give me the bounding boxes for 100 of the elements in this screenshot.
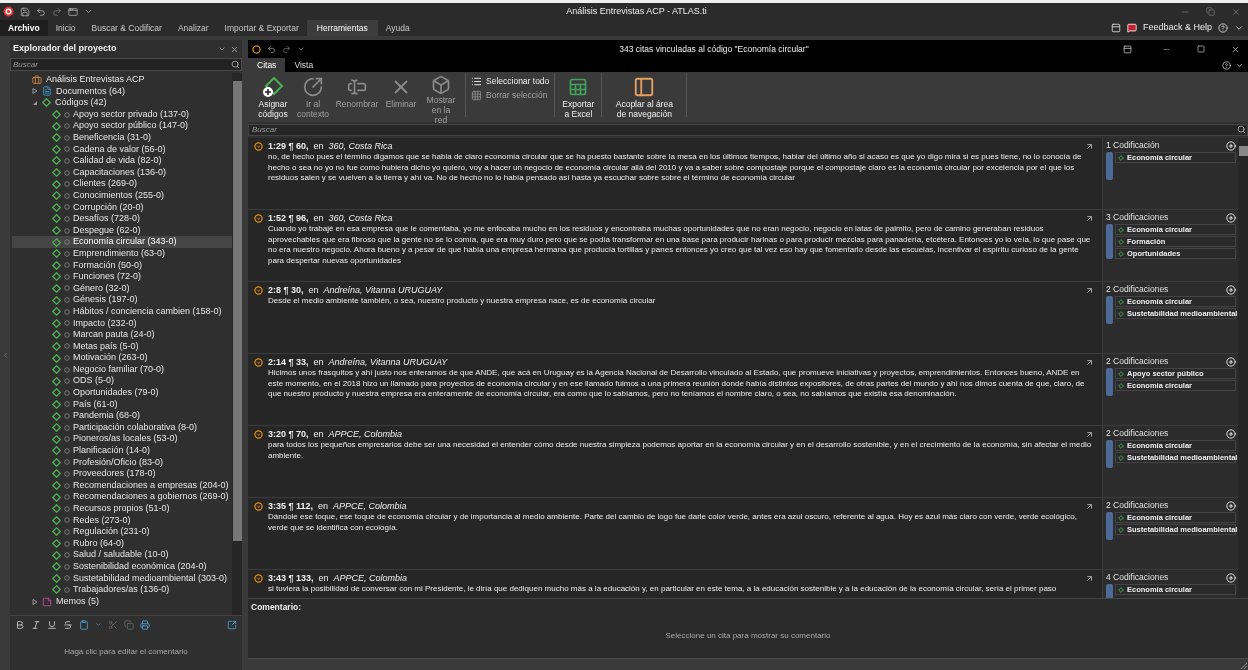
code-item[interactable]: Regulación (231-0) [12, 526, 232, 538]
quote-source-label: en [308, 283, 319, 297]
code-item[interactable]: Apoyo sector privado (137-0) [12, 108, 232, 121]
code-item[interactable]: Conocimientos (255-0) [12, 189, 232, 202]
quote-source-label: en [313, 139, 324, 153]
ribbon-button[interactable]: Seleccionar todo [471, 75, 550, 88]
search-field[interactable]: Buscar [10, 58, 242, 71]
code-item[interactable]: Negocio familiar (70-0) [12, 363, 232, 376]
code-item[interactable]: Redes (273-0) [12, 514, 232, 527]
code-item[interactable]: Clientes (269-0) [12, 178, 232, 190]
document-name: APPCE, Colombia [333, 499, 407, 513]
codings-count: 2 Codificaciones [1106, 355, 1169, 368]
menu-tab[interactable]: Archivo [0, 20, 48, 36]
document-name: 360, Costa Rica [328, 139, 393, 153]
code-item[interactable]: Oportunidades (79-0) [12, 387, 232, 399]
code-item[interactable]: Salud / saludable (10-0) [12, 549, 232, 561]
quote-text: Desde el medio ambiente también, o sea, nuestro producto y nuestra empresa nace, es de economía circular [267, 296, 657, 307]
code-item[interactable]: Pandemia (68-0) [12, 410, 232, 422]
code-item[interactable]: Profesión/Oficio (83-0) [12, 456, 232, 469]
code-item[interactable]: Marcan pauta (24-0) [12, 329, 232, 341]
quote-reference: 2:8 ¶ 30, [268, 283, 304, 297]
menu-tab[interactable]: Herramientas [306, 20, 378, 36]
quote-text: Hicimos unos frasquitos y ahí justo nos enteramos de que ANDE, que acá en Uruguay es la Agencia Nacional de Desarrollo vinculado al Estado, que promueve iniciativas y proyectos, emprendimientos. Entonces bueno, ANDE en este momento, en el 2018 hizo un llamado para proyectos de economía circular y en ese llamado fuimos a una primera reunión donde había distintos expositores, de otras partes del mundo y ahí nos dimos cuenta de que, claro, de que nuestro producto y nuestra empresa era enteramente de economía circular, era como que lo sabíamos, pero no teníamos el nombre claro, o sea, no sabíamos que existía esa denominación. [267, 368, 1086, 400]
code-item[interactable]: Capacitaciones (136-0) [12, 166, 232, 179]
code-item[interactable]: Género (32-0) [12, 282, 232, 295]
code-item[interactable]: Impacto (232-0) [12, 317, 232, 330]
code-item[interactable]: Desafíos (728-0) [12, 213, 232, 225]
tab[interactable]: Citas [248, 58, 286, 72]
tree-item[interactable]: Memos (5) [32, 595, 232, 608]
code-item[interactable]: Formación (50-0) [12, 259, 232, 272]
document-name: APPCE, Colombia [328, 427, 403, 441]
codings-count: 1 Codificación [1106, 139, 1160, 152]
quote-reference: 2:14 ¶ 33, [268, 355, 309, 369]
code-item[interactable]: Sustetabilidad medioambiental (303-0) [12, 572, 232, 585]
codings-count: 2 Codificaciones [1106, 427, 1169, 440]
code-item[interactable]: Motivación (263-0) [12, 352, 232, 364]
code-item[interactable]: Participación colaborativa (8-0) [12, 421, 232, 434]
menu-tab[interactable]: Analizar [169, 20, 217, 36]
menu-tab[interactable]: Importar & Exportar [216, 20, 307, 36]
quote-text: Dándole ese toque, ese toque de economía circular y de importancia al medio ambiente. Parte del cambio de logo fue darle color verde, antes era azul oscuro, referente al agua. Hoy es azul más claro con verde, verde ecológico, verde que se identifica con ecología. [267, 512, 1078, 533]
comment-hint: Seleccione un cita para mostrar su comentario [665, 629, 831, 642]
code-item[interactable]: Trabajadores/as (136-0) [12, 584, 232, 596]
tree-item[interactable]: Análisis Entrevistas ACP [22, 74, 232, 86]
code-item[interactable]: País (61-0) [12, 398, 232, 411]
quote-text: para todos los pequeños empresarios debe ser una necesidad el entender cómo desde nuestra simpleza podemos aportar en la economía circular y en el desarrollo sostenible, y en el crecimiento de la economía, sin afectar el medio ambiente. [267, 440, 1093, 461]
tab[interactable]: Vista [285, 58, 323, 72]
quote-reference: 3:20 ¶ 70, [268, 427, 309, 441]
code-item[interactable]: Calidad de vida (82-0) [12, 155, 232, 167]
code-item[interactable]: Economía circular (343-0) [12, 236, 232, 248]
code-item[interactable]: Despegue (62-0) [12, 224, 232, 237]
menu-tab[interactable]: Buscar & Codificar [83, 20, 170, 36]
feedback-help-link[interactable]: Feedback & Help [1142, 21, 1212, 35]
code-item[interactable]: Recomendaciones a gobiernos (269-0) [12, 491, 232, 503]
comment-label: Comentario: [250, 601, 303, 614]
window-title: 343 citas vinculadas al código "Economía circular" [618, 42, 810, 56]
quote-source-label: en [313, 355, 324, 369]
document-name: APPCE, Colombia [333, 571, 408, 585]
ribbon-button[interactable]: Acoplar al área de navegación [607, 73, 682, 121]
code-item[interactable]: Proveedores (178-0) [12, 468, 232, 480]
code-item[interactable]: Funciones (72-0) [12, 271, 232, 283]
tree-item[interactable]: Códigos (42) [32, 97, 232, 109]
quote-reference: 1:52 ¶ 96, [268, 211, 309, 225]
quote-reference: 1:29 ¶ 60, [268, 139, 309, 153]
menu-tab[interactable]: Ayuda [377, 20, 418, 36]
code-item[interactable]: ODS (5-0) [12, 375, 232, 388]
code-item[interactable]: Recomendaciones a empresas (204-0) [12, 479, 232, 492]
code-item[interactable]: Corrupción (20-0) [12, 201, 232, 214]
code-item[interactable]: Rubro (64-0) [12, 537, 232, 550]
code-item[interactable]: Hábitos / conciencia cambien (158-0) [12, 305, 232, 318]
comment-editor[interactable]: Haga clic para editar el comentario [10, 633, 242, 670]
document-name: Andreína, Vitanna URUGUAY [323, 283, 443, 297]
quote-text: si tuviera la posibilidad de conversar con mi Presidente, le diría que dediquen mucho más a la educación y, en particular en este tema, a la educación sostenible y a la educación de la economía circular, sería el primer paso [267, 584, 1058, 595]
codings-count: 4 Codificaciones [1106, 571, 1169, 584]
tree-item[interactable]: Documentos (64) [32, 85, 232, 98]
code-item[interactable]: Cadena de valor (56-0) [12, 143, 232, 156]
ribbon-button[interactable]: Exportar a Excel [560, 73, 597, 121]
quote-source-label: en [313, 427, 324, 441]
document-name: Andreína, Vitanna URUGUAY [328, 355, 448, 369]
comment-placeholder: Haga clic para editar el comentario [64, 645, 188, 658]
codings-count: 2 Codificaciones [1106, 499, 1169, 512]
quote-source-label: en [313, 211, 324, 225]
code-item[interactable]: Apoyo sector público (147-0) [12, 120, 232, 132]
menu-tab[interactable]: Inicio [47, 20, 84, 36]
code-item[interactable]: Planificación (14-0) [12, 445, 232, 457]
window-title: Análisis Entrevistas ACP - ATLAS.ti [565, 4, 708, 18]
code-item[interactable]: Metas país (5-0) [12, 340, 232, 353]
code-item[interactable]: Emprendimiento (63-0) [12, 247, 232, 260]
quote-reference: 3:35 ¶ 112, [268, 499, 314, 513]
quote-text: no, de hecho pues el término digamos que se habla de claro economía circular que se ha puesto bastante sobre la mesa en los últimos tiempos, hablar del último año si acaso es que yo digo mira si es pues tiene, no lo conocía de hecho o sea no yo no fue como hubiera dicho yo quiero, voy a hacer un negocio de economía circular allá del 2010 y va a saber sobre compostaje porque el compostaje claro es la economía circular por excelencia por el que los residuos salen y se vuelven a la tierra y ahí va. No de hecho no lo había pensado así hasta ya escuchar sobre sobre el término de economía circular [267, 152, 1083, 184]
quote-source-label: en [318, 571, 329, 585]
code-item[interactable]: Pioneros/as locales (53-0) [12, 433, 232, 445]
code-item[interactable]: Recursos propios (51-0) [12, 502, 232, 515]
code-item[interactable]: Sostenibilidad económica (204-0) [12, 560, 232, 573]
codings-count: 3 Codificaciones [1106, 211, 1169, 224]
code-item[interactable]: Génesis (197-0) [12, 294, 232, 306]
ribbon-button[interactable]: Asignar códigos [254, 73, 292, 121]
search-field[interactable]: Buscar [248, 124, 1248, 136]
code-item[interactable]: Beneficencia (31-0) [12, 131, 232, 144]
document-name: 360, Costa Rica [328, 211, 393, 225]
panel-title: Explorador del proyecto [13, 42, 118, 56]
